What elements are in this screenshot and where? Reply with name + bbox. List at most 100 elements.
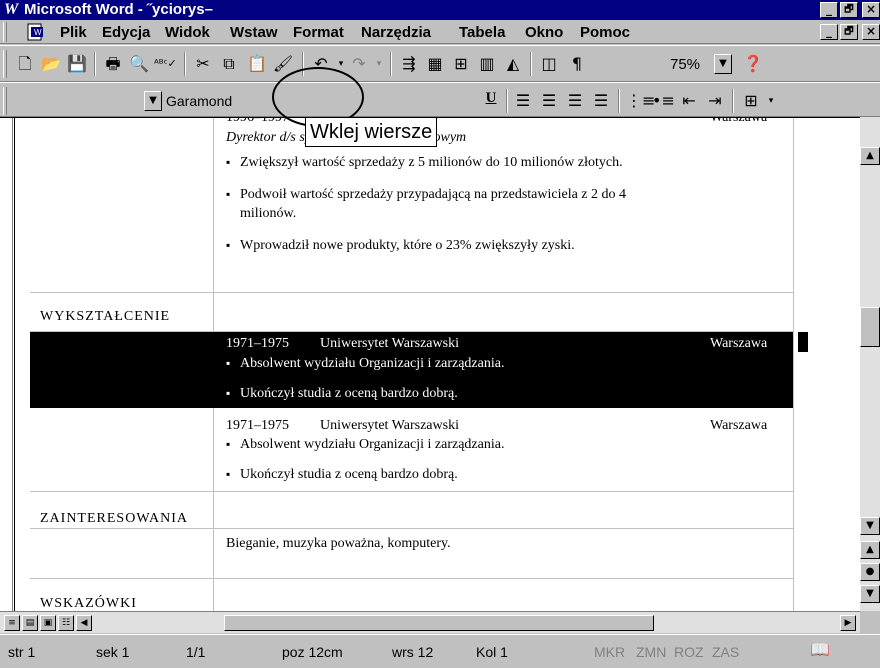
underline-icon[interactable]: U: [480, 90, 502, 112]
menu-plik[interactable]: Plik: [60, 24, 87, 41]
font-name-box[interactable]: ▼ Garamond: [144, 91, 294, 111]
spelling-status-icon[interactable]: 📖: [810, 640, 830, 660]
drawing-icon[interactable]: ◭: [502, 53, 524, 75]
menu-edycja[interactable]: Edycja: [102, 24, 150, 41]
interests-heading: ZAINTERESOWANIA: [40, 511, 188, 526]
scroll-down-icon[interactable]: ▼: [860, 517, 880, 535]
education-school: Uniwersytet Warszawski: [320, 336, 459, 351]
cut-icon[interactable]: ✂: [192, 53, 214, 75]
toolbar-grip[interactable]: [3, 50, 7, 78]
page-layout-view-icon[interactable]: ▣: [40, 615, 56, 631]
menu-narzedzia[interactable]: Narzędzia: [361, 24, 431, 41]
borders-dropdown-icon[interactable]: ▾: [760, 90, 782, 112]
align-center-icon[interactable]: ☰: [538, 90, 560, 112]
window-title: Microsoft Word - ˝yciorys–: [24, 1, 213, 18]
table-row-line: [30, 292, 794, 293]
doc-close-button[interactable]: ×: [862, 24, 880, 40]
copy-icon[interactable]: ⧉: [218, 53, 240, 75]
zoom-dropdown-icon[interactable]: ▼: [714, 54, 732, 74]
job-city: Warszawa: [710, 117, 768, 125]
font-dropdown-icon[interactable]: ▼: [144, 91, 162, 111]
print-icon[interactable]: 🖶: [102, 53, 124, 75]
document-page[interactable]: 1996–1997 Warszawa Dyrektor d/s sprzedaż…: [30, 117, 808, 611]
toolbar-separator: [732, 89, 734, 113]
insert-table-icon[interactable]: ⊞: [450, 53, 472, 75]
document-area[interactable]: 1996–1997 Warszawa Dyrektor d/s sprzedaż…: [0, 117, 860, 611]
status-pages: 1/1: [186, 644, 206, 660]
print-preview-icon[interactable]: 🔍: [128, 53, 150, 75]
menu-pomoc[interactable]: Pomoc: [580, 24, 630, 41]
status-rec[interactable]: MKR: [594, 644, 625, 660]
status-ovr[interactable]: ZAS: [712, 644, 739, 660]
save-icon[interactable]: 💾: [66, 53, 88, 75]
open-folder-icon[interactable]: 📂: [40, 53, 62, 75]
status-ext[interactable]: ROZ: [674, 644, 704, 660]
undo-icon[interactable]: ↶: [310, 53, 332, 75]
restore-button[interactable]: 🗗: [840, 2, 858, 18]
numbering-icon[interactable]: ⋮≡: [626, 90, 655, 112]
doc-minimize-button[interactable]: _: [820, 24, 838, 40]
decrease-indent-icon[interactable]: ⇤: [678, 90, 700, 112]
table-row-line: [30, 578, 794, 579]
insert-hyperlink-icon[interactable]: ⇶: [398, 53, 420, 75]
standard-toolbar: 🗋 📂 💾 🖶 🔍 ᴬᴮᶜ✓ ✂ ⧉ 📋 🖌 ↶ ▾ ↷ ▾ ⇶ ▦ ⊞ ▥ ◭…: [0, 45, 880, 82]
menu-wstaw[interactable]: Wstaw: [230, 24, 278, 41]
document-map-icon[interactable]: ◫: [538, 53, 560, 75]
left-margin-rule: [12, 118, 15, 611]
education-school: Uniwersytet Warszawski: [320, 418, 459, 433]
scroll-left-icon[interactable]: ◀: [76, 615, 92, 631]
justify-icon[interactable]: ☰: [590, 90, 612, 112]
document-icon[interactable]: W: [26, 23, 46, 41]
vertical-scrollbar[interactable]: ▲ ▼ ▲ ● ▼: [860, 117, 880, 611]
status-line: wrs 12: [392, 644, 434, 660]
align-right-icon[interactable]: ☰: [564, 90, 586, 112]
vertical-scroll-thumb[interactable]: [860, 307, 880, 347]
horizontal-scroll-thumb[interactable]: [224, 615, 654, 631]
paste-rows-tooltip: Wklej wiersze: [305, 117, 438, 147]
status-bar: str 1 sek 1 1/1 poz 12cm wrs 12 Kol 1 MK…: [0, 634, 880, 668]
status-section: sek 1: [96, 644, 130, 660]
scroll-up-icon[interactable]: ▲: [860, 147, 880, 165]
paste-rows-icon[interactable]: 📋: [246, 53, 268, 75]
show-hide-icon[interactable]: ¶: [566, 53, 588, 75]
menu-format[interactable]: Format: [293, 24, 344, 41]
previous-page-icon[interactable]: ▲: [860, 541, 880, 559]
toolbar-separator: [94, 52, 96, 76]
menu-bar: W Plik Edycja Widok Wstaw Format Narzędz…: [0, 20, 880, 44]
scroll-right-icon[interactable]: ▶: [840, 615, 856, 631]
menu-widok[interactable]: Widok: [165, 24, 210, 41]
select-browse-object-icon[interactable]: ●: [860, 563, 880, 581]
status-trk[interactable]: ZMN: [636, 644, 666, 660]
outline-view-icon[interactable]: ☷: [58, 615, 74, 631]
close-button[interactable]: ×: [862, 2, 880, 18]
bullets-icon[interactable]: •≡: [652, 90, 675, 112]
redo-dropdown-icon[interactable]: ▾: [368, 53, 390, 75]
toolbar-grip[interactable]: [3, 87, 7, 115]
new-document-icon[interactable]: 🗋: [14, 53, 36, 75]
doc-restore-button[interactable]: 🗗: [840, 24, 858, 40]
help-icon[interactable]: ❓: [742, 53, 764, 75]
format-painter-icon[interactable]: 🖌: [272, 53, 294, 75]
increase-indent-icon[interactable]: ⇥: [704, 90, 726, 112]
education-city: Warszawa: [710, 336, 768, 351]
next-page-icon[interactable]: ▼: [860, 585, 880, 603]
word-logo-icon: W: [4, 1, 19, 18]
menubar-grip[interactable]: [3, 22, 7, 42]
normal-view-icon[interactable]: ≡: [4, 615, 20, 631]
job-bullet-continuation: milionów.: [240, 206, 297, 221]
table-row-line: [30, 491, 794, 492]
spelling-icon[interactable]: ᴬᴮᶜ✓: [154, 53, 177, 75]
toolbar-separator: [530, 52, 532, 76]
horizontal-scrollbar[interactable]: ≡ ▤ ▣ ☷ ◀ ▶: [0, 611, 860, 633]
minimize-button[interactable]: _: [820, 2, 838, 18]
borders-icon[interactable]: ⊞: [740, 90, 762, 112]
align-left-icon[interactable]: ☰: [512, 90, 534, 112]
redo-icon[interactable]: ↷: [348, 53, 370, 75]
columns-icon[interactable]: ▥: [476, 53, 498, 75]
menu-okno[interactable]: Okno: [525, 24, 563, 41]
menu-tabela[interactable]: Tabela: [459, 24, 505, 41]
zoom-value[interactable]: 75%: [670, 56, 700, 73]
toolbar-separator: [506, 89, 508, 113]
online-layout-view-icon[interactable]: ▤: [22, 615, 38, 631]
tables-borders-icon[interactable]: ▦: [424, 53, 446, 75]
